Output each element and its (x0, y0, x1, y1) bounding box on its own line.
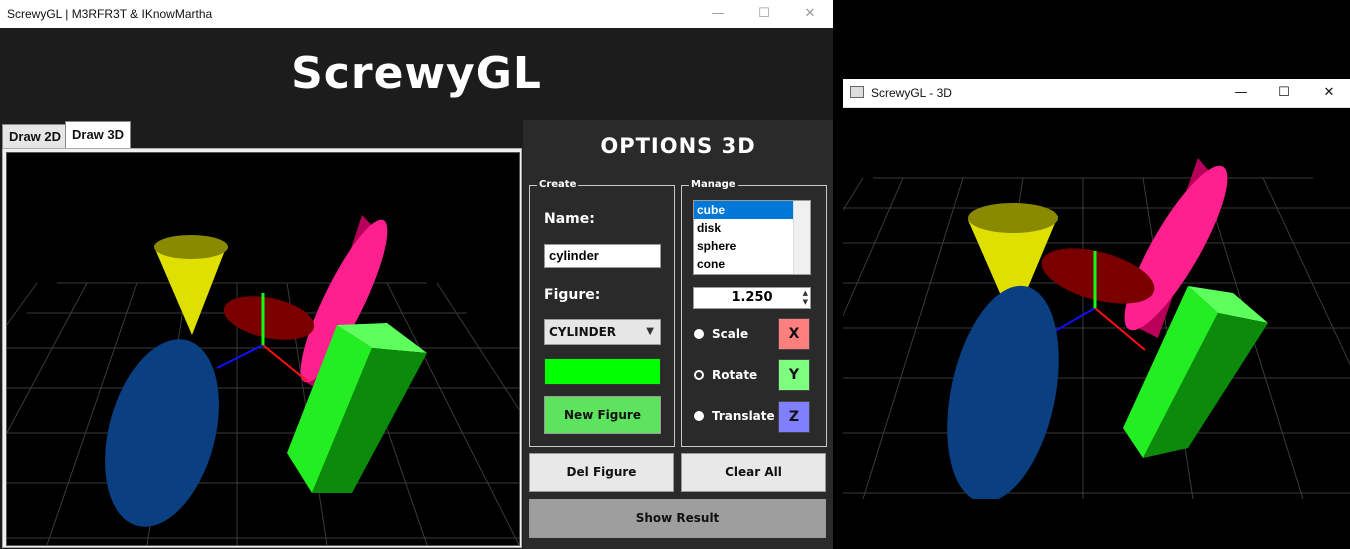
app-logo: ScrewyGL (291, 48, 542, 99)
radio-rotate-icon[interactable] (694, 370, 704, 380)
chevron-down-icon: ▼ (646, 326, 654, 337)
blue-ellipsoid (105, 339, 219, 527)
create-legend: Create (537, 178, 579, 192)
radio-scale-label: Scale (712, 327, 749, 341)
app-header: ScrewyGL (0, 28, 833, 120)
result-viewport[interactable] (843, 108, 1350, 499)
main-titlebar[interactable]: ScrewyGL | M3RFR3T & IKnowMartha — ☐ ✕ (0, 0, 833, 28)
close-icon[interactable]: ✕ (787, 0, 833, 28)
close-icon[interactable]: ✕ (1306, 79, 1350, 107)
stepper-arrows-icon[interactable]: ▲ ▼ (803, 289, 808, 307)
name-input[interactable]: cylinder (544, 244, 661, 268)
manage-legend: Manage (689, 178, 738, 192)
list-scrollbar[interactable] (793, 201, 810, 274)
radio-translate-label: Translate (712, 409, 775, 423)
stepper-value: 1.250 (731, 290, 773, 305)
figure-select-value: CYLINDER (549, 325, 617, 339)
minimize-icon[interactable]: — (1218, 79, 1264, 107)
show-result-button[interactable]: Show Result (529, 499, 826, 538)
viewport-frame (2, 148, 522, 548)
axis-y-button[interactable]: Y (778, 359, 810, 391)
figure-list[interactable]: cube disk sphere cone (693, 200, 811, 275)
result-titlebar[interactable]: ScrewyGL - 3D — ☐ ✕ (843, 79, 1350, 108)
result-window-title: ScrewyGL - 3D (871, 86, 952, 100)
manage-group: Manage cube disk sphere cone 1.250 ▲ ▼ Sc… (681, 178, 827, 447)
value-stepper[interactable]: 1.250 ▲ ▼ (693, 287, 811, 309)
figure-select[interactable]: CYLINDER ▼ (544, 319, 661, 345)
create-group: Create Name: cylinder Figure: CYLINDER ▼… (529, 178, 675, 447)
window-app-icon (850, 86, 864, 98)
radio-scale-icon[interactable] (694, 329, 704, 339)
red-disk (223, 296, 315, 340)
tab-draw-3d[interactable]: Draw 3D (65, 121, 132, 150)
del-figure-button[interactable]: Del Figure (529, 453, 674, 492)
result-window: ScrewyGL - 3D — ☐ ✕ (843, 79, 1350, 499)
scene-3d (7, 215, 519, 545)
options-title: OPTIONS 3D (600, 134, 756, 158)
result-scene-3d (843, 158, 1350, 499)
blue-ellipsoid (947, 285, 1059, 499)
name-label: Name: (544, 211, 595, 227)
cone-top (968, 203, 1058, 233)
tab-draw-2d[interactable]: Draw 2D (2, 124, 69, 149)
main-window: ScrewyGL | M3RFR3T & IKnowMartha — ☐ ✕ S… (0, 0, 833, 549)
maximize-icon[interactable]: ☐ (1261, 79, 1307, 107)
main-window-title: ScrewyGL | M3RFR3T & IKnowMartha (7, 7, 213, 21)
radio-rotate-label: Rotate (712, 368, 758, 382)
x-axis (262, 344, 308, 382)
axis-z-button[interactable]: Z (778, 401, 810, 433)
options-panel: OPTIONS 3D Create Name: cylinder Figure:… (523, 120, 833, 549)
result-floor-grid (843, 177, 1350, 499)
axis-x-button[interactable]: X (778, 318, 810, 350)
figure-label: Figure: (544, 287, 601, 303)
minimize-icon[interactable]: — (695, 0, 741, 28)
tab-bar: Draw 2D Draw 3D (0, 120, 523, 150)
color-picker[interactable] (544, 358, 661, 385)
cone-top (154, 235, 228, 259)
maximize-icon[interactable]: ☐ (741, 0, 787, 28)
new-figure-button[interactable]: New Figure (544, 396, 661, 434)
clear-all-button[interactable]: Clear All (681, 453, 826, 492)
radio-translate-icon[interactable] (694, 411, 704, 421)
gl-viewport[interactable] (6, 152, 520, 546)
